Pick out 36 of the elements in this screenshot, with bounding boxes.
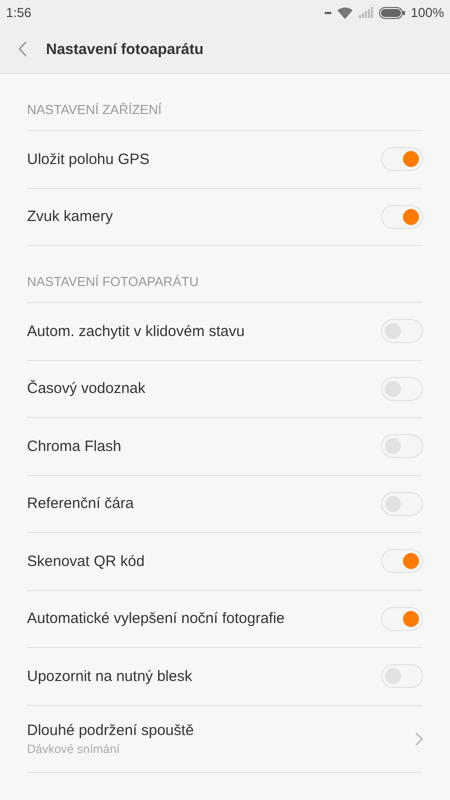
battery-level: 100%: [410, 5, 444, 20]
toggle-switch[interactable]: [381, 147, 423, 172]
wifi-icon: [336, 6, 353, 18]
setting-label: Autom. zachytit v klidovém stavu: [27, 322, 245, 340]
setting-label: Skenovat QR kód: [27, 552, 145, 570]
toggle-switch[interactable]: [381, 204, 423, 229]
setting-label: Automatické vylepšení noční fotografie: [27, 610, 285, 628]
chevron-right-icon: [415, 732, 423, 746]
setting-label: Dlouhé podržení spouště: [27, 722, 194, 738]
section-header: NASTAVENÍ ZAŘÍZENÍ: [27, 74, 423, 131]
screen-title: Nastavení fotoaparátu: [46, 40, 204, 58]
setting-label: Uložit polohu GPS: [27, 150, 150, 168]
settings-row[interactable]: Autom. zachytit v klidovém stavu: [27, 303, 423, 360]
settings-row[interactable]: Časový vodoznak: [27, 360, 423, 418]
setting-label: Časový vodoznak: [27, 380, 146, 398]
settings-row[interactable]: Chroma Flash: [27, 418, 423, 476]
section-header: NASTAVENÍ FOTOAPARÁTU: [27, 246, 423, 303]
setting-value: Dávkové snímání: [27, 742, 121, 756]
setting-label: Upozornit na nutný blesk: [27, 668, 192, 685]
setting-label: Chroma Flash: [27, 438, 122, 455]
toggle-switch[interactable]: [381, 606, 423, 631]
setting-label: Zvuk kamery: [27, 208, 113, 226]
toggle-switch[interactable]: [381, 549, 423, 574]
settings-row[interactable]: Automatické vylepšení noční fotografie: [27, 590, 423, 648]
notification-dots: •••: [324, 8, 331, 18]
settings-row[interactable]: Skenovat QR kód: [27, 533, 423, 590]
clock-time: 1:56: [6, 5, 32, 20]
signal-icon: [358, 7, 373, 18]
setting-label: Referenční čára: [27, 495, 134, 512]
settings-row[interactable]: Zvuk kamery: [27, 188, 423, 246]
settings-row[interactable]: Upozornit na nutný blesk: [27, 648, 423, 706]
back-icon: [18, 41, 28, 57]
settings-row[interactable]: Dlouhé podržení spouště Dávkové snímání: [27, 706, 423, 772]
battery-icon: [378, 6, 405, 18]
settings-row[interactable]: Uložit polohu GPS: [27, 131, 423, 188]
settings-row[interactable]: Referenční čára: [27, 476, 423, 533]
